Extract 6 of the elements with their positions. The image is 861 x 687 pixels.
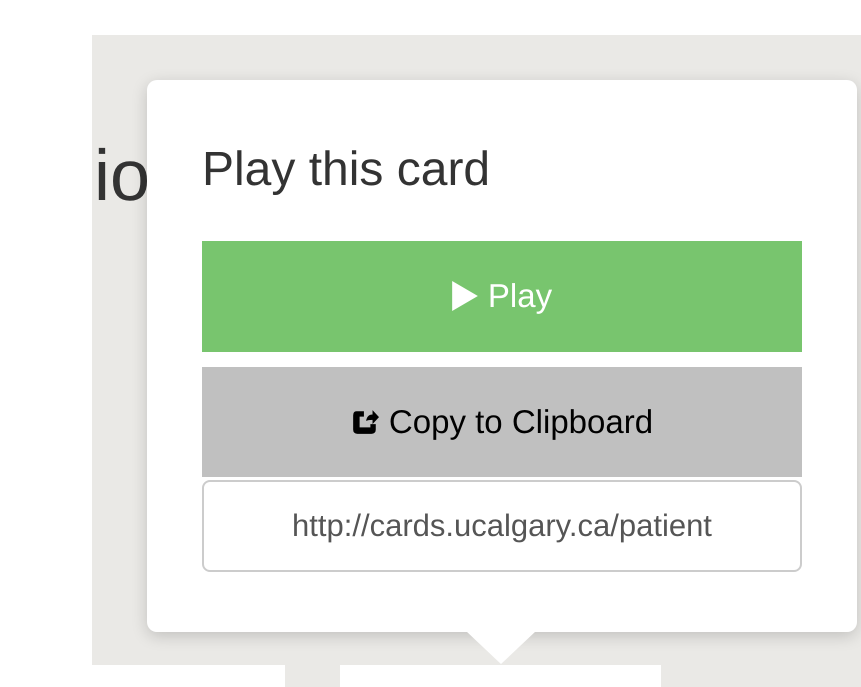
page-heading: io bbox=[92, 140, 150, 212]
link-field[interactable]: http://cards.ucalgary.ca/patient bbox=[202, 480, 802, 572]
copy-button[interactable]: Copy to Clipboard bbox=[202, 366, 802, 477]
share-icon bbox=[350, 408, 379, 436]
popover-title: Play this card bbox=[202, 144, 490, 197]
play-icon bbox=[452, 281, 478, 312]
